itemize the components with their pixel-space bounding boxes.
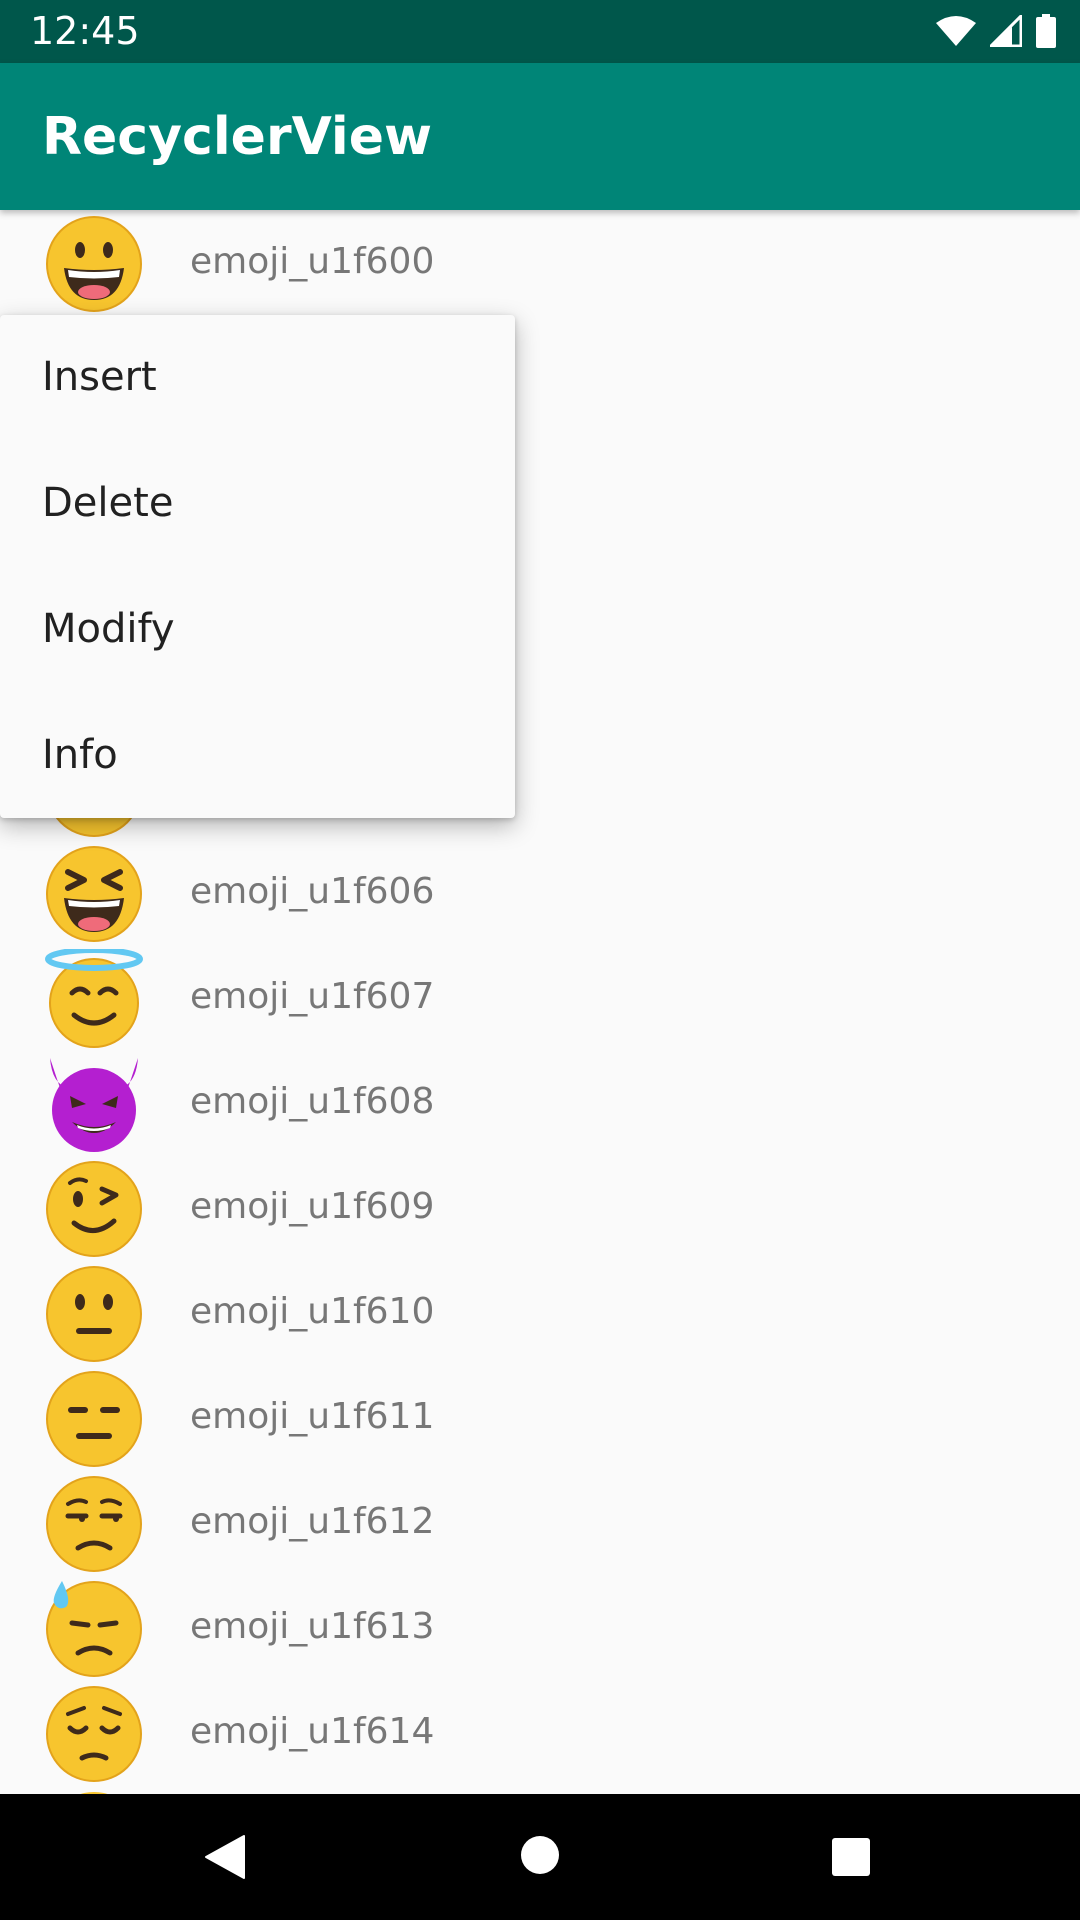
list-item[interactable]: emoji_u1f600 [0, 210, 1080, 315]
menu-item-label: Insert [42, 354, 157, 400]
list-item[interactable]: emoji_u1f609 [0, 1155, 1080, 1260]
list-item[interactable]: emoji_u1f614 [0, 1680, 1080, 1785]
wifi-icon [936, 16, 976, 46]
expressionless-face-icon [46, 1371, 142, 1467]
list-item[interactable] [0, 1785, 1080, 1794]
item-label: emoji_u1f608 [190, 1081, 435, 1122]
menu-item-insert[interactable]: Insert [0, 315, 515, 441]
cell-signal-icon [990, 15, 1022, 47]
app-title: RecyclerView [42, 107, 433, 167]
menu-item-delete[interactable]: Delete [0, 441, 515, 567]
pensive-face-icon [46, 1686, 142, 1782]
status-icons [936, 14, 1056, 48]
item-label: emoji_u1f609 [190, 1186, 435, 1227]
recents-icon[interactable] [831, 1837, 871, 1877]
devil-face-icon [50, 1058, 138, 1152]
navigation-bar [0, 1794, 1080, 1920]
winking-face-icon [46, 1161, 142, 1257]
item-label: emoji_u1f613 [190, 1606, 435, 1647]
home-icon[interactable] [520, 1835, 560, 1875]
list-item[interactable]: emoji_u1f610 [0, 1260, 1080, 1365]
list-item[interactable]: emoji_u1f608 [0, 1050, 1080, 1155]
list-item[interactable]: emoji_u1f607 [0, 945, 1080, 1050]
menu-item-label: Info [42, 732, 118, 778]
grinning-face-icon [46, 216, 142, 312]
downcast-sweat-face-icon [46, 1581, 142, 1677]
unamused-face-icon [46, 1476, 142, 1572]
menu-item-info[interactable]: Info [0, 693, 515, 819]
list-item[interactable]: emoji_u1f606 [0, 840, 1080, 945]
neutral-face-icon [46, 1266, 142, 1362]
context-menu: Insert Delete Modify Info [0, 315, 515, 818]
laughing-face-icon [46, 846, 142, 942]
item-label: emoji_u1f600 [190, 241, 435, 282]
back-icon[interactable] [204, 1834, 246, 1880]
app-bar: RecyclerView [0, 63, 1080, 210]
halo-face-icon [45, 949, 143, 1048]
item-label: emoji_u1f612 [190, 1501, 435, 1542]
menu-item-label: Modify [42, 606, 175, 652]
battery-icon [1036, 14, 1056, 48]
list-item[interactable]: emoji_u1f611 [0, 1365, 1080, 1470]
item-label: emoji_u1f614 [190, 1711, 435, 1752]
menu-item-modify[interactable]: Modify [0, 567, 515, 693]
item-label: emoji_u1f606 [190, 871, 435, 912]
status-bar: 12:45 [0, 0, 1080, 63]
item-label: emoji_u1f610 [190, 1291, 435, 1332]
status-time: 12:45 [30, 9, 140, 53]
list-item[interactable]: emoji_u1f612 [0, 1470, 1080, 1575]
item-label: emoji_u1f611 [190, 1396, 435, 1437]
menu-item-label: Delete [42, 480, 174, 526]
list-item[interactable]: emoji_u1f613 [0, 1575, 1080, 1680]
item-label: emoji_u1f607 [190, 976, 435, 1017]
